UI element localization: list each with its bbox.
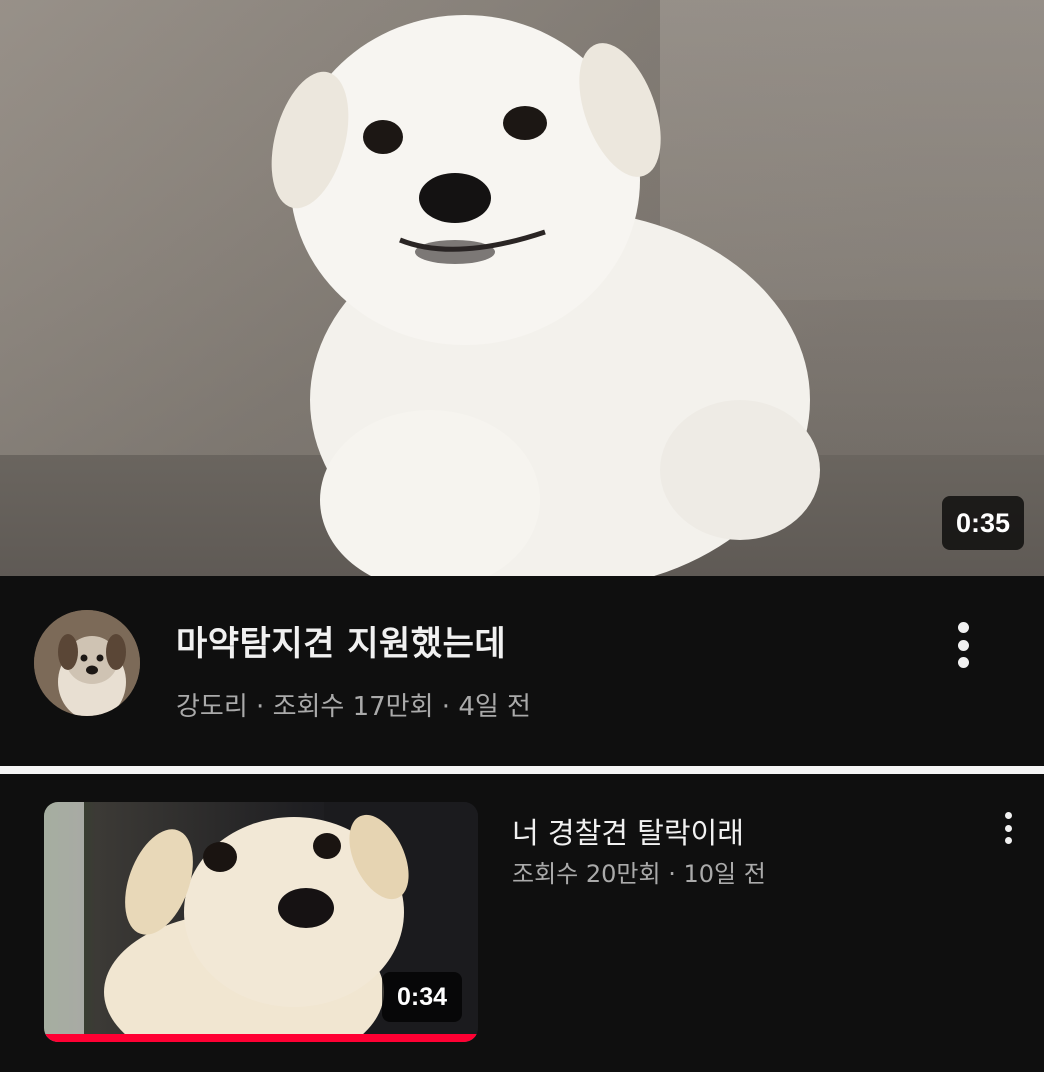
meta-separator: ·: [660, 860, 684, 888]
featured-video-thumbnail[interactable]: 0:35: [0, 0, 1044, 576]
watch-progress-bar: [44, 1034, 478, 1042]
upload-age: 4일 전: [458, 692, 531, 722]
channel-name[interactable]: 강도리: [176, 692, 248, 722]
watch-progress-track: [44, 1034, 478, 1042]
view-count: 조회수 17만회: [272, 692, 434, 722]
channel-avatar[interactable]: [34, 610, 140, 716]
video-duration-badge: 0:34: [382, 972, 462, 1022]
video-title[interactable]: 마약탐지견 지원했는데: [176, 616, 506, 665]
meta-separator: ·: [247, 692, 273, 722]
more-vert-icon[interactable]: [1000, 812, 1016, 844]
white-puppy-illustration: [271, 15, 820, 576]
meta-separator: ·: [433, 692, 459, 722]
video-list-item[interactable]: 0:34 너 경찰견 탈락이래 조회수 20만회 · 10일 전: [0, 774, 1044, 1072]
featured-video-details[interactable]: 마약탐지견 지원했는데 강도리 · 조회수 17만회 · 4일 전: [0, 576, 1044, 766]
more-vert-icon[interactable]: [950, 620, 976, 670]
video-metadata: 조회수 20만회 · 10일 전: [512, 854, 766, 889]
section-divider: [0, 766, 1044, 774]
puppy-avatar-illustration: [34, 610, 140, 716]
video-duration-badge: 0:35: [942, 496, 1024, 550]
video-thumbnail[interactable]: 0:34: [44, 802, 478, 1042]
video-metadata: 강도리 · 조회수 17만회 · 4일 전: [176, 686, 531, 723]
view-count: 조회수 20만회: [512, 860, 661, 888]
video-title[interactable]: 너 경찰견 탈락이래: [512, 810, 744, 852]
upload-age: 10일 전: [683, 860, 766, 888]
